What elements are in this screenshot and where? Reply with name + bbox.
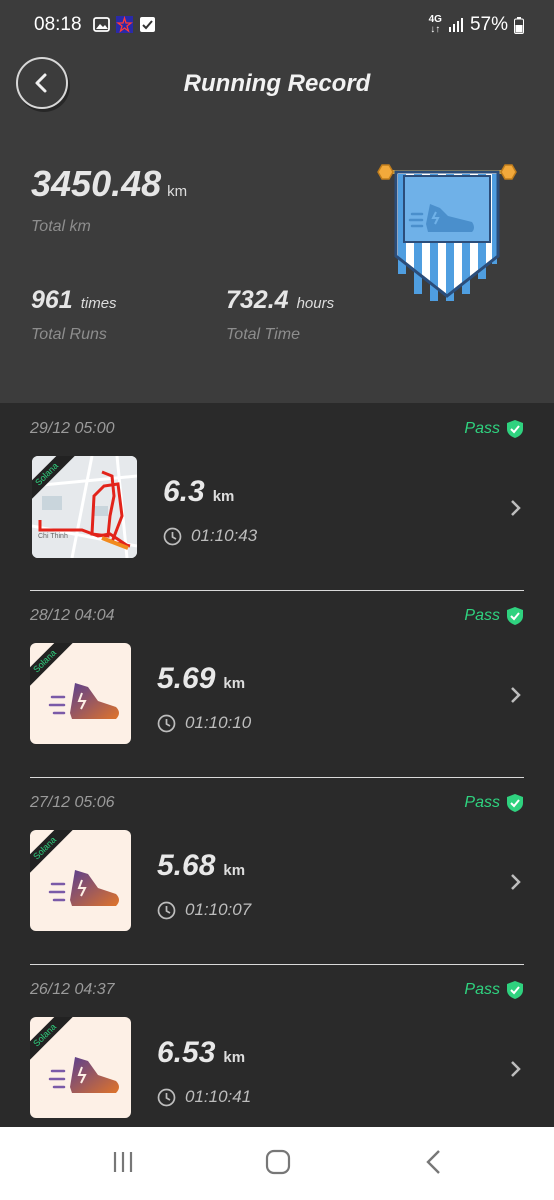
route-map-thumbnail: Chi Thinh Solana	[32, 456, 137, 558]
shoe-thumbnail: Solana	[30, 830, 131, 931]
clock-icon	[157, 901, 176, 919]
back-nav-button[interactable]	[424, 1149, 444, 1175]
status-time: 08:18	[34, 14, 82, 35]
chevron-right-icon[interactable]	[510, 686, 522, 704]
shield-check-icon	[507, 794, 523, 812]
record-duration: 01:10:10	[157, 713, 251, 733]
record-distance: 6.3 km	[163, 475, 235, 508]
shoe-thumbnail: Solana	[30, 1017, 131, 1118]
signal-icon	[448, 18, 463, 32]
record-distance: 6.53 km	[157, 1036, 246, 1069]
total-time-label: Total Time	[226, 326, 300, 343]
battery-percent: 57%	[469, 14, 508, 35]
checkbox-notification-icon	[140, 17, 155, 32]
record-duration: 01:10:07	[157, 900, 251, 920]
run-record-item[interactable]: 28/12 04:04 Pass Solana 5.69 km 01:10:10	[30, 590, 524, 777]
home-button[interactable]	[265, 1149, 291, 1175]
total-runs-label: Total Runs	[31, 326, 107, 343]
gallery-icon	[93, 17, 110, 32]
shield-check-icon	[507, 607, 523, 625]
total-time-value: 732.4 hours	[226, 286, 335, 314]
record-distance: 5.69 km	[157, 662, 246, 695]
runner-badge-icon	[377, 164, 517, 301]
page-title: Running Record	[183, 70, 371, 97]
status-bar: 08:18 4G ↓↑ 57%	[0, 0, 554, 52]
shield-check-icon	[507, 981, 523, 999]
run-record-item[interactable]: 26/12 04:37 Pass Solana 6.53 km 01:10:41	[30, 964, 524, 1151]
clock-icon	[157, 1088, 176, 1106]
record-date: 26/12 04:37	[30, 981, 115, 998]
shield-check-icon	[507, 420, 523, 438]
record-date: 28/12 04:04	[30, 607, 115, 624]
pass-status: Pass	[464, 606, 524, 626]
record-duration: 01:10:41	[157, 1087, 251, 1107]
pass-status: Pass	[464, 793, 524, 813]
record-date: 27/12 05:06	[30, 794, 115, 811]
battery-icon	[514, 16, 524, 34]
total-km-value: 3450.48 km	[31, 163, 188, 204]
clock-icon	[163, 527, 182, 545]
total-runs-value: 961 times	[31, 286, 117, 314]
record-distance: 5.68 km	[157, 849, 246, 882]
svg-text:Chi Thinh: Chi Thinh	[38, 533, 68, 540]
clock-icon	[157, 714, 176, 732]
pass-status: Pass	[464, 980, 524, 1000]
total-km-unit: km	[167, 183, 188, 200]
record-duration: 01:10:43	[163, 526, 257, 546]
pass-status: Pass	[464, 419, 524, 439]
total-time-unit: hours	[296, 295, 335, 312]
recent-apps-button[interactable]	[110, 1149, 136, 1175]
run-record-item[interactable]: 27/12 05:06 Pass Solana 5.68 km 01:10:07	[30, 777, 524, 964]
app-notification-icon	[116, 16, 133, 33]
run-record-item[interactable]: 29/12 05:00 Pass Chi Thinh Solana 6.3 km …	[30, 403, 524, 590]
chevron-right-icon[interactable]	[510, 499, 522, 517]
record-date: 29/12 05:00	[30, 420, 115, 437]
total-runs-unit: times	[80, 295, 117, 312]
system-nav-bar	[0, 1127, 554, 1200]
chevron-right-icon[interactable]	[510, 1060, 522, 1078]
chevron-right-icon[interactable]	[510, 873, 522, 891]
shoe-thumbnail: Solana	[30, 643, 131, 744]
total-km-label: Total km	[31, 218, 91, 235]
network-indicator: 4G ↓↑	[428, 14, 442, 35]
